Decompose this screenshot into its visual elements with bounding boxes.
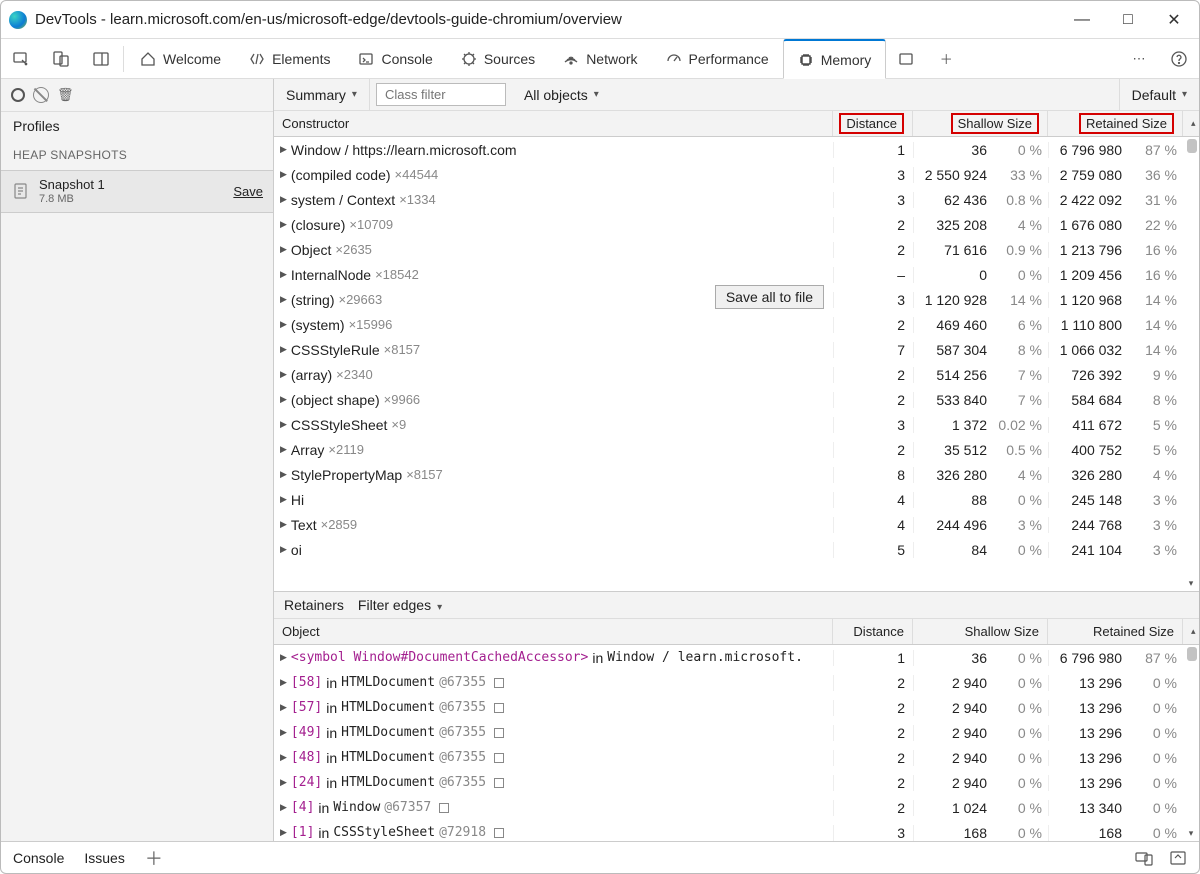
tab-console[interactable]: Console [344, 39, 446, 79]
sidebar: 🗑 Profiles HEAP SNAPSHOTS Snapshot 1 7.8… [1, 79, 274, 841]
table-row[interactable]: ▶(array)×23402514 2567 %726 3929 % [274, 362, 1199, 387]
minimize-button[interactable]: — [1073, 11, 1091, 29]
tab-performance[interactable]: Performance [652, 39, 783, 79]
snapshot-name: Snapshot 1 [39, 177, 233, 193]
table-row[interactable]: ▶CSSStyleSheet×931 3720.02 %411 6725 % [274, 412, 1199, 437]
retainer-row[interactable]: ▶[58] in HTMLDocument @67355 22 9400 %13… [274, 670, 1199, 695]
titlebar: DevTools - learn.microsoft.com/en-us/mic… [1, 1, 1199, 39]
tab-welcome[interactable]: Welcome [126, 39, 235, 79]
retainers-title: Retainers [284, 597, 344, 613]
retainer-row[interactable]: ▶[49] in HTMLDocument @67355 22 9400 %13… [274, 720, 1199, 745]
drawer-add-tab[interactable]: ＋ [145, 845, 163, 871]
help-icon[interactable] [1159, 39, 1199, 79]
col-shallow-r[interactable]: Shallow Size [913, 619, 1048, 644]
tab-elements[interactable]: Elements [235, 39, 344, 79]
table-row[interactable]: ▶CSSStyleRule×81577587 3048 %1 066 03214… [274, 337, 1199, 362]
expand-drawer-icon[interactable] [1169, 850, 1187, 866]
constructors-table[interactable]: Save all to file ▾ ▶Window / https://lea… [274, 137, 1199, 591]
table-row[interactable]: ▶system / Context×1334362 4360.8 %2 422 … [274, 187, 1199, 212]
table-row[interactable]: ▶InternalNode×18542–00 %1 209 45616 % [274, 262, 1199, 287]
snapshot-size: 7.8 MB [39, 193, 233, 206]
col-distance-r[interactable]: Distance [833, 619, 913, 644]
retainers-table[interactable]: ▾ ▶<symbol Window#DocumentCachedAccessor… [274, 645, 1199, 841]
retainer-row[interactable]: ▶[4] in Window @67357 21 0240 %13 3400 % [274, 795, 1199, 820]
drawer-tab-issues[interactable]: Issues [84, 850, 124, 866]
tab-network[interactable]: Network [549, 39, 651, 79]
retainer-row[interactable]: ▶[57] in HTMLDocument @67355 22 9400 %13… [274, 695, 1199, 720]
record-button [11, 88, 25, 102]
profiles-heading: Profiles [1, 112, 273, 140]
table-row[interactable]: ▶Array×2119235 5120.5 %400 7525 % [274, 437, 1199, 462]
col-shallow-size[interactable]: Shallow Size [913, 111, 1048, 136]
filter-edges-dropdown[interactable]: Filter edges [358, 597, 442, 613]
tab-memory[interactable]: Memory [783, 39, 887, 79]
window-title: DevTools - learn.microsoft.com/en-us/mic… [35, 11, 622, 28]
table-row[interactable]: ▶(compiled code)×4454432 550 92433 %2 75… [274, 162, 1199, 187]
class-filter-input[interactable] [376, 83, 506, 106]
summary-dropdown[interactable]: Summary [274, 79, 370, 111]
retainer-row[interactable]: ▶[24] in HTMLDocument @67355 22 9400 %13… [274, 770, 1199, 795]
table-row[interactable]: ▶(object shape)×99662533 8407 %584 6848 … [274, 387, 1199, 412]
heap-snapshots-section: HEAP SNAPSHOTS [1, 140, 273, 170]
edge-devtools-icon [9, 11, 27, 29]
table-row[interactable]: ▶oi5840 %241 1043 % [274, 537, 1199, 562]
retainers-bar: Retainers Filter edges [274, 591, 1199, 619]
table-row[interactable]: ▶Window / https://learn.microsoft.com136… [274, 137, 1199, 162]
snapshot-icon [11, 181, 31, 201]
constructors-table-header: Constructor Distance Shallow Size Retain… [274, 111, 1199, 137]
col-distance[interactable]: Distance [833, 111, 913, 136]
clear-button[interactable] [33, 87, 49, 103]
retainer-row[interactable]: ▶<symbol Window#DocumentCachedAccessor> … [274, 645, 1199, 670]
retainers-table-header: Object Distance Shallow Size Retained Si… [274, 619, 1199, 645]
perspective-dropdown[interactable]: Default [1120, 79, 1199, 111]
table-row[interactable]: ▶(closure)×107092325 2084 %1 676 08022 % [274, 212, 1199, 237]
scrollbar-thumb-r[interactable] [1187, 647, 1197, 661]
drawer-tab-console[interactable]: Console [13, 850, 64, 866]
table-row[interactable]: ▶Hi4880 %245 1483 % [274, 487, 1199, 512]
save-button[interactable]: Save [233, 184, 263, 199]
inspect-icon[interactable] [1, 39, 41, 79]
close-button[interactable]: ✕ [1165, 11, 1183, 29]
statusbar: Console Issues ＋ [1, 841, 1199, 873]
tab-sources[interactable]: Sources [447, 39, 549, 79]
col-retained-r[interactable]: Retained Size [1048, 619, 1183, 644]
table-row[interactable]: ▶(string)×2966331 120 92814 %1 120 96814… [274, 287, 1199, 312]
col-retained-size[interactable]: Retained Size [1048, 111, 1183, 136]
more-icon[interactable]: ⋯ [1119, 39, 1159, 79]
tab-overflow-icon[interactable] [886, 39, 926, 79]
dock-side-icon[interactable] [81, 39, 121, 79]
col-constructor[interactable]: Constructor [274, 111, 833, 136]
table-row[interactable]: ▶Object×2635271 6160.9 %1 213 79616 % [274, 237, 1199, 262]
main-toolbar: Welcome Elements Console Sources Network… [1, 39, 1199, 79]
table-row[interactable]: ▶Text×28594244 4963 %244 7683 % [274, 512, 1199, 537]
retainer-row[interactable]: ▶[1] in CSSStyleSheet @72918 31680 %1680… [274, 820, 1199, 841]
table-row[interactable]: ▶StylePropertyMap×81578326 2804 %326 280… [274, 462, 1199, 487]
retainer-row[interactable]: ▶[48] in HTMLDocument @67355 22 9400 %13… [274, 745, 1199, 770]
maximize-button[interactable]: □ [1119, 11, 1137, 29]
snapshot-item[interactable]: Snapshot 1 7.8 MB Save [1, 170, 273, 213]
delete-icon[interactable]: 🗑 [57, 87, 74, 103]
emulation-icon[interactable] [1135, 850, 1153, 866]
col-object[interactable]: Object [274, 619, 833, 644]
table-row[interactable]: ▶(system)×159962469 4606 %1 110 80014 % [274, 312, 1199, 337]
memory-filterbar: Summary All objects Default [274, 79, 1199, 111]
objects-dropdown[interactable]: All objects [512, 79, 1120, 111]
device-emulation-icon[interactable] [41, 39, 81, 79]
add-tab-button[interactable]: ＋ [926, 39, 966, 79]
